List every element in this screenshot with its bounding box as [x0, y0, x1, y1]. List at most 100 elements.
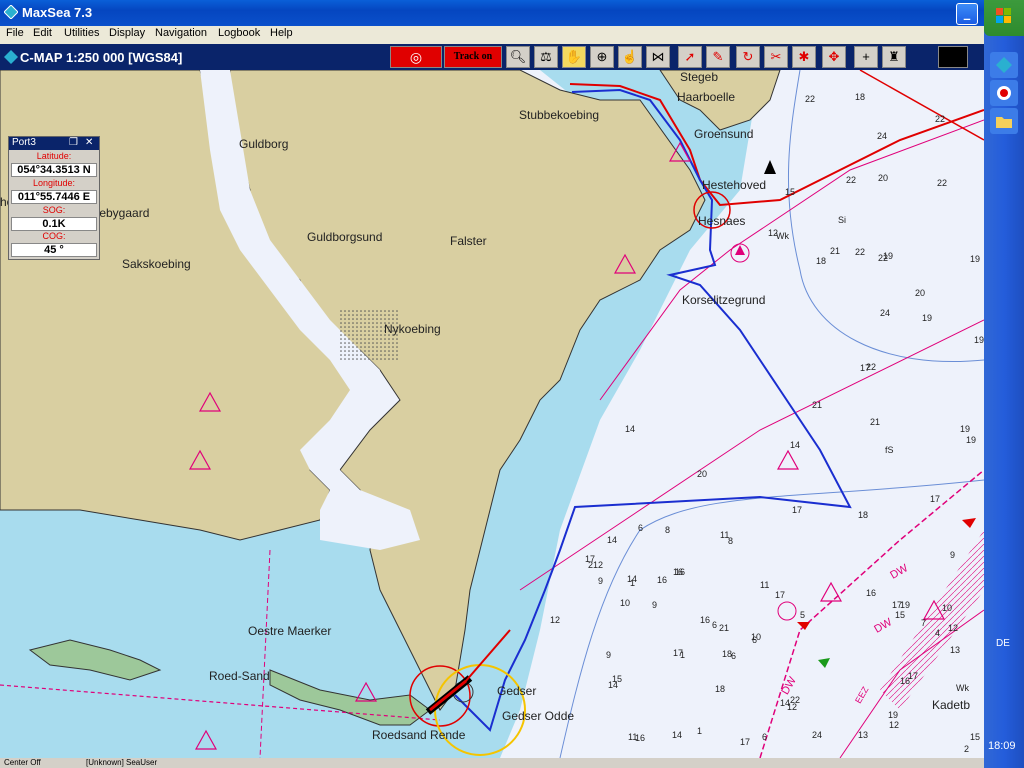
plus-icon[interactable]: + — [854, 46, 878, 68]
label-hesnaes: Hesnaes — [698, 214, 746, 228]
depth-sounding: 7 — [921, 618, 927, 628]
depth-sounding: 1 — [697, 726, 703, 736]
chart-map[interactable]: Stubbekoebing Haarboelle Groensund Heste… — [0, 70, 984, 758]
longitude-label: Longitude: — [32, 178, 76, 188]
taskbar-folder-button[interactable] — [990, 108, 1018, 134]
menu-file[interactable]: File — [6, 27, 24, 39]
language-indicator[interactable]: DE — [996, 638, 1010, 649]
depth-sounding: 13 — [858, 730, 869, 740]
hand-point-icon[interactable]: ☝ — [618, 46, 642, 68]
port-panel-header[interactable]: Port3 ❐ ✕ — [9, 137, 99, 150]
sog-label: SOG: — [42, 205, 66, 215]
depth-sounding: 21 — [830, 246, 841, 256]
depth-sounding: 2 — [588, 560, 594, 570]
depth-sounding: 14 — [608, 680, 619, 690]
depth-sounding: 18 — [858, 510, 869, 520]
red-buoy-2 — [962, 518, 976, 528]
status-user: [Unknown] SeaUser — [86, 758, 158, 767]
track-on-button[interactable]: Track on — [444, 46, 502, 68]
taskbar-maxsea-button[interactable] — [990, 52, 1018, 78]
depth-sounding: 14 — [625, 424, 636, 434]
route-tool-icon[interactable]: ⋈ — [646, 46, 670, 68]
depth-sounding: 6 — [731, 651, 737, 661]
record-button[interactable]: ◎ — [390, 46, 442, 68]
pencil-icon[interactable]: ✎ — [706, 46, 730, 68]
depth-sounding: 9 — [606, 650, 612, 660]
folder-icon — [996, 117, 1012, 128]
label-gedser: Gedser — [497, 684, 537, 698]
menu-logbook[interactable]: Logbook — [218, 27, 260, 39]
depth-sounding: 15 — [970, 732, 981, 742]
depth-sounding: 18 — [855, 92, 866, 102]
sog-value: 0.1K — [11, 217, 97, 231]
depth-sounding: 1 — [680, 650, 686, 660]
clock: 18:09 — [988, 740, 1016, 752]
depth-sounding: 19 — [883, 251, 894, 261]
depth-sounding: 8 — [665, 525, 671, 535]
menu-edit[interactable]: Edit — [33, 27, 52, 39]
depth-sounding: 14 — [790, 440, 801, 450]
target-icon: ◎ — [409, 49, 423, 65]
depth-sounding: 12 — [889, 720, 900, 730]
depth-sounding: 22 — [846, 175, 857, 185]
label-guldborg: Guldborg — [239, 137, 289, 151]
app-task-icon — [997, 86, 1011, 100]
compass-divider-icon[interactable]: ⚖ — [534, 46, 558, 68]
depth-sounding: 16 — [673, 567, 684, 577]
port-panel-title: Port3 — [12, 137, 36, 148]
maxsea-task-icon — [996, 57, 1012, 73]
depth-sounding: Wk — [956, 683, 969, 693]
menu-utilities[interactable]: Utilities — [64, 27, 99, 39]
menu-display[interactable]: Display — [109, 27, 145, 39]
close-icon[interactable]: ✕ — [85, 137, 93, 148]
circle-arrow-icon[interactable]: ↻ — [736, 46, 760, 68]
maximize-icon[interactable]: ❐ — [69, 137, 78, 148]
depth-sounding: 18 — [816, 256, 827, 266]
menu-help[interactable]: Help — [270, 27, 293, 39]
depth-sounding: 8 — [728, 536, 734, 546]
depth-sounding: 17 — [775, 590, 786, 600]
depth-sounding: 11 — [760, 580, 770, 590]
depth-sounding: 17 — [740, 737, 751, 747]
pointer-icon[interactable]: ➚ — [678, 46, 702, 68]
depth-sounding: Wk — [776, 231, 789, 241]
depth-sounding: 17 — [792, 505, 803, 515]
chart-icon — [4, 50, 18, 64]
port-panel: Port3 ❐ ✕ Latitude: 054°34.3513 N Longit… — [8, 136, 100, 260]
menu-navigation[interactable]: Navigation — [155, 27, 207, 39]
depth-sounding: 22 — [805, 94, 816, 104]
depth-sounding: 20 — [915, 288, 926, 298]
start-button[interactable] — [984, 0, 1024, 36]
taskbar-app-button[interactable] — [990, 80, 1018, 106]
minimize-button[interactable]: _ — [956, 3, 978, 25]
menu-bar: File Edit Utilities Display Navigation L… — [0, 26, 984, 44]
pan-hand-icon[interactable]: ✋ — [562, 46, 586, 68]
cog-value: 45 ° — [11, 243, 97, 257]
nautical-chart — [0, 70, 984, 758]
zoom-icon[interactable]: 🔍︎ — [506, 46, 530, 68]
depth-sounding: 10 — [620, 598, 631, 608]
label-hestehoved: Hestehoved — [702, 178, 767, 192]
color-swatch[interactable] — [938, 46, 968, 68]
depth-sounding: 22 — [855, 247, 866, 257]
depth-sounding: 15 — [785, 187, 796, 197]
node-tool-icon[interactable]: ✱ — [792, 46, 816, 68]
label-stegeb: Stegeb — [680, 70, 719, 84]
depth-sounding: Si — [838, 215, 847, 225]
depth-sounding: 6 — [762, 732, 768, 742]
latitude-value: 054°34.3513 N — [11, 163, 97, 177]
scissors-icon[interactable]: ✂ — [764, 46, 788, 68]
buoy-ring-2 — [777, 601, 797, 621]
label-groensund: Groensund — [694, 127, 754, 141]
depth-sounding: 19 — [966, 435, 977, 445]
longitude-value: 011°55.7446 E — [11, 190, 97, 204]
lighthouse-icon[interactable]: ♜ — [882, 46, 906, 68]
depth-sounding: 12 — [550, 615, 561, 625]
label-stubbekoebing: Stubbekoebing — [519, 108, 600, 122]
move-icon[interactable]: ✥ — [822, 46, 846, 68]
depth-sounding: 20 — [878, 173, 889, 183]
status-center[interactable]: Center Off — [4, 758, 41, 767]
crosshair-icon[interactable]: ⊕ — [590, 46, 614, 68]
depth-sounding: 19 — [922, 313, 933, 323]
depth-sounding: 19 — [888, 710, 899, 720]
